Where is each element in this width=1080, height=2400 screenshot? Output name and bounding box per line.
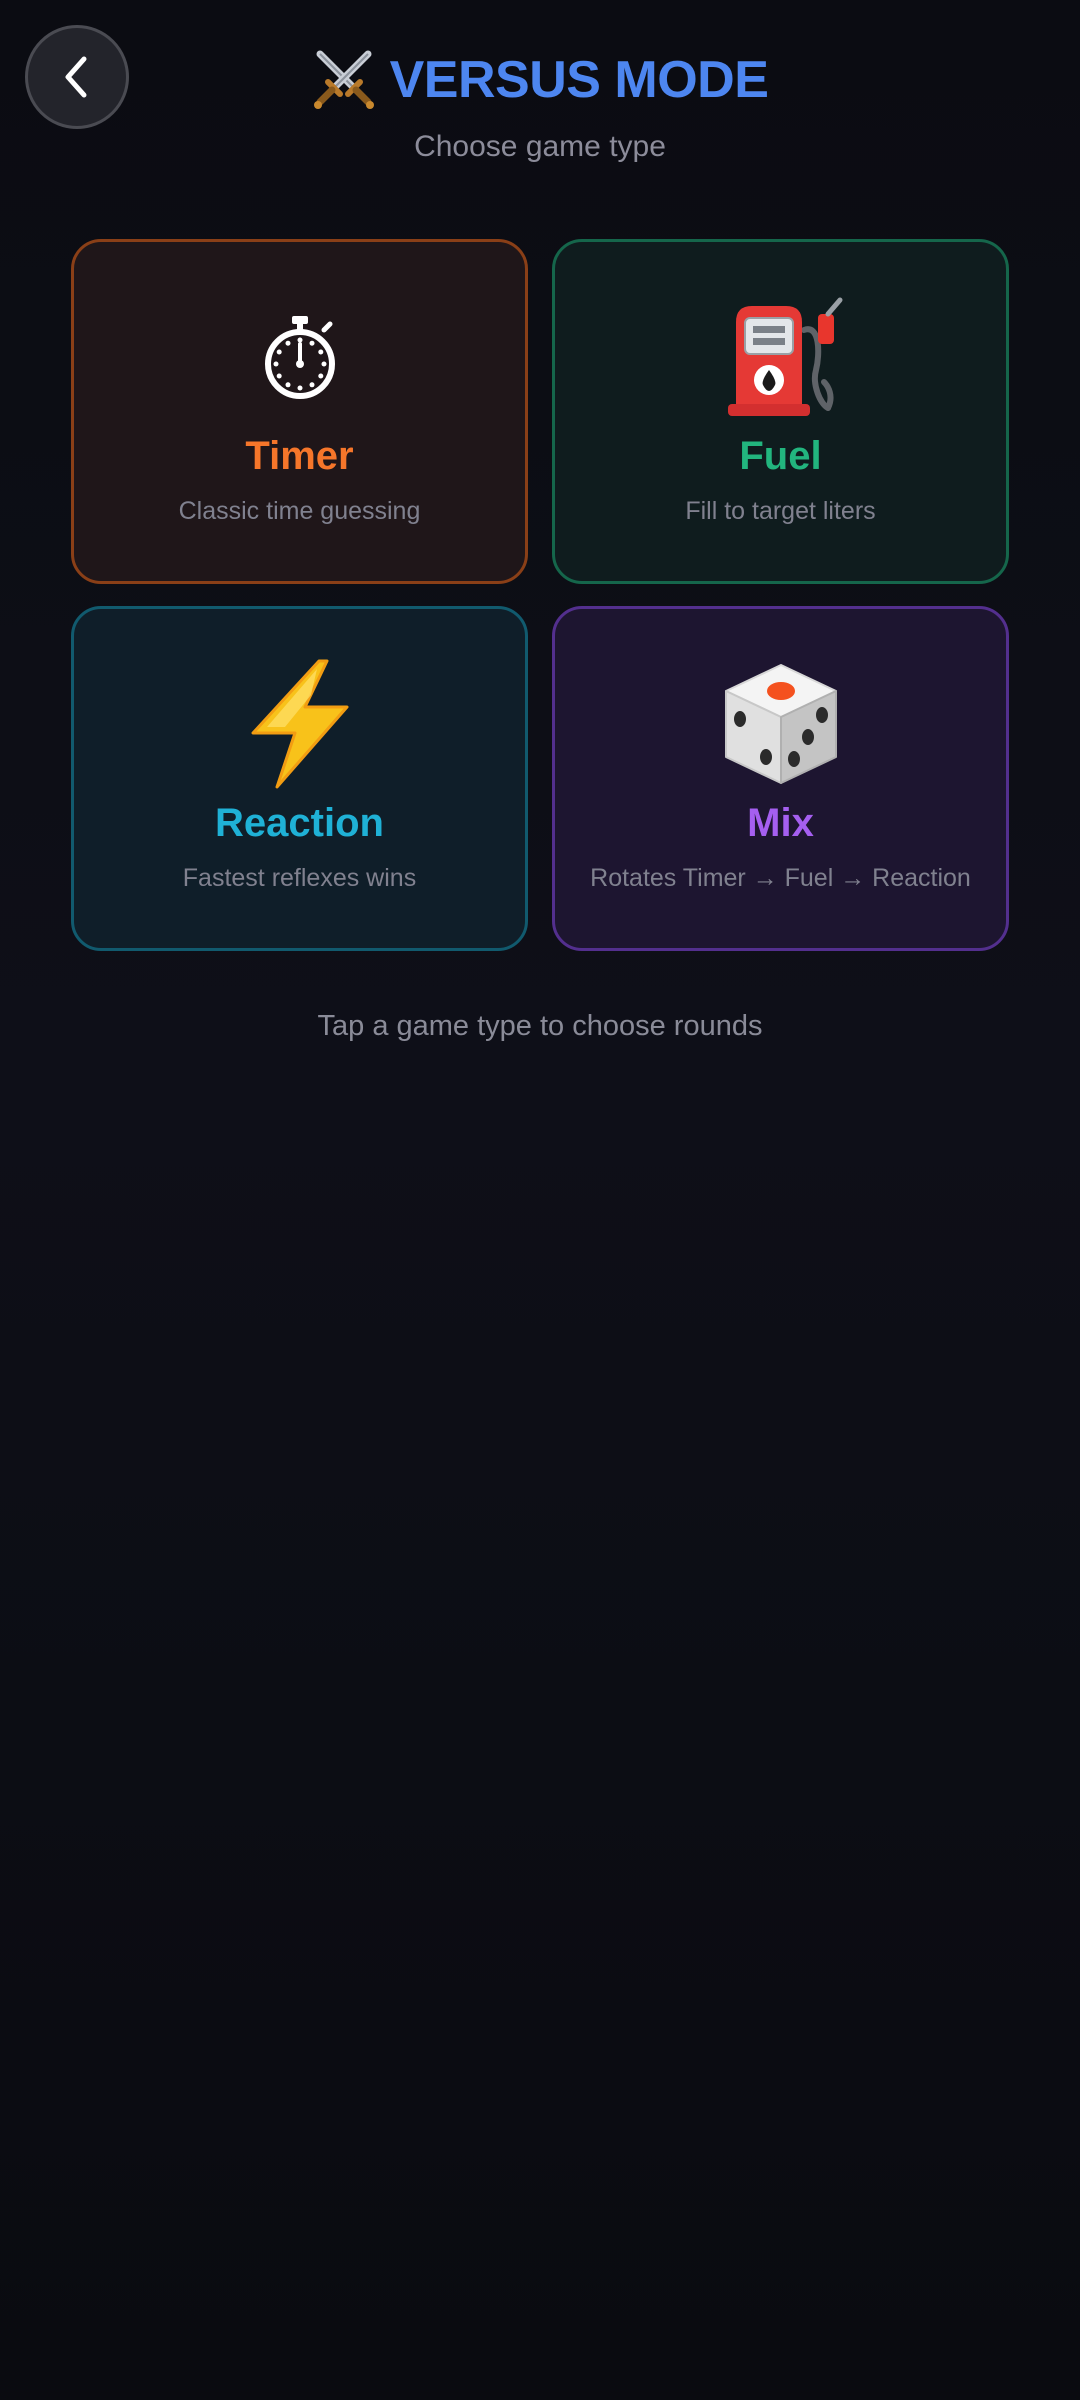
game-type-description: Fastest reflexes wins	[182, 864, 417, 892]
game-type-card-fuel[interactable]: Fuel Fill to target liters	[552, 239, 1009, 584]
crossed-swords-icon	[313, 50, 374, 109]
stopwatch-icon	[235, 292, 365, 422]
game-type-title: Timer	[245, 434, 354, 478]
footer-hint: Tap a game type to choose rounds	[317, 1010, 763, 1042]
game-type-card-mix[interactable]: Mix Rotates Timer → Fuel → Reaction	[552, 606, 1009, 951]
page-title: VERSUS MODE	[389, 51, 769, 109]
game-type-grid: Timer Classic time guessing Fuel Fill to…	[71, 239, 1009, 951]
game-type-title: Mix	[747, 801, 814, 845]
dice-icon	[716, 659, 846, 789]
header: VERSUS MODE Choose game type	[0, 44, 1080, 164]
game-type-description: Classic time guessing	[178, 497, 421, 525]
game-type-description: Rotates Timer → Fuel → Reaction	[590, 864, 971, 892]
game-type-title: Fuel	[739, 434, 822, 478]
game-type-card-timer[interactable]: Timer Classic time guessing	[71, 239, 528, 584]
game-type-card-reaction[interactable]: Reaction Fastest reflexes wins	[71, 606, 528, 951]
page-subtitle: Choose game type	[414, 130, 666, 163]
lightning-icon	[235, 659, 365, 789]
game-type-description: Fill to target liters	[685, 497, 876, 525]
fuel-pump-icon	[716, 292, 846, 422]
title-row: VERSUS MODE	[0, 44, 1080, 116]
game-type-title: Reaction	[215, 801, 384, 845]
